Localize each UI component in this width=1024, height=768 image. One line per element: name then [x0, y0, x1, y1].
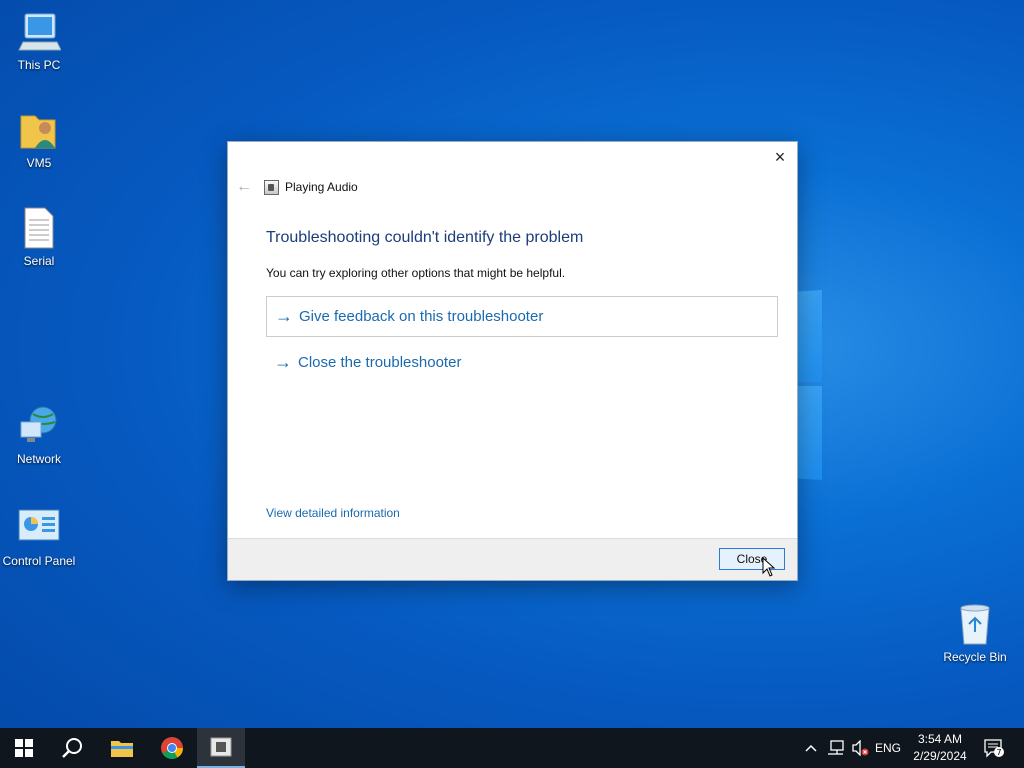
- desktop-icon-label: Recycle Bin: [943, 650, 1007, 664]
- arrow-right-icon: →: [274, 352, 292, 372]
- chrome-icon: [161, 737, 183, 759]
- action-center-button[interactable]: 7: [980, 728, 1008, 768]
- chevron-up-icon: [805, 744, 817, 752]
- desktop-icon-vm5[interactable]: VM5: [0, 108, 78, 170]
- view-detailed-information-link[interactable]: View detailed information: [266, 506, 400, 520]
- dialog-footer: Close: [228, 538, 797, 580]
- network-tray-icon: [828, 740, 844, 755]
- network-icon: [20, 406, 57, 442]
- troubleshooter-icon: [210, 737, 232, 757]
- desktop-icon-network[interactable]: Network: [0, 404, 78, 466]
- file-explorer-icon: [111, 741, 133, 757]
- control-panel-icon: [18, 509, 60, 541]
- start-button[interactable]: [0, 728, 48, 768]
- search-button[interactable]: [48, 728, 96, 768]
- desktop-icon-label: Serial: [23, 254, 55, 268]
- desktop-icon-control-panel[interactable]: Control Panel: [0, 506, 78, 568]
- back-arrow-icon[interactable]: ←: [236, 178, 252, 196]
- volume-tray-button[interactable]: [848, 728, 872, 768]
- volume-muted-icon: [852, 740, 869, 756]
- result-heading: Troubleshooting couldn't identify the pr…: [266, 229, 584, 246]
- desktop-icon-label: This PC: [17, 58, 61, 72]
- troubleshooter-app-icon: [264, 180, 279, 195]
- file-explorer-button[interactable]: [98, 728, 146, 768]
- result-subtext: You can try exploring other options that…: [266, 266, 566, 280]
- desktop-icon-this-pc[interactable]: This PC: [0, 10, 78, 72]
- search-icon: [62, 738, 82, 758]
- give-feedback-option[interactable]: → Give feedback on this troubleshooter: [266, 296, 778, 337]
- notifications-icon: 7: [984, 739, 1004, 758]
- desktop-icon-label: VM5: [26, 156, 52, 170]
- start-icon: [15, 739, 33, 757]
- chrome-button[interactable]: [148, 728, 196, 768]
- notification-count: 7: [996, 748, 1001, 757]
- mouse-cursor-icon: [762, 557, 776, 577]
- option-label: Give feedback on this troubleshooter: [299, 308, 544, 325]
- clock[interactable]: 3:54 AM 2/29/2024: [905, 731, 975, 765]
- desktop-icon-label: Network: [16, 452, 61, 466]
- arrow-right-icon: →: [275, 306, 293, 326]
- troubleshooter-dialog: × ← Playing Audio Troubleshooting couldn…: [227, 141, 798, 581]
- taskbar: ENG 3:54 AM 2/29/2024 7: [0, 728, 1024, 768]
- user-folder-icon: [20, 115, 56, 149]
- recycle-bin-icon: [960, 604, 990, 645]
- clock-date: 2/29/2024: [913, 749, 967, 763]
- computer-icon: [18, 13, 61, 51]
- desktop-icon-serial[interactable]: Serial: [0, 206, 78, 268]
- desktop-icon-label: Control Panel: [2, 554, 76, 568]
- desktop-icon-recycle-bin[interactable]: Recycle Bin: [936, 602, 1014, 664]
- option-label: Close the troubleshooter: [298, 354, 462, 371]
- close-troubleshooter-option[interactable]: → Close the troubleshooter: [266, 342, 778, 383]
- clock-time: 3:54 AM: [917, 732, 963, 746]
- text-file-icon: [24, 207, 54, 249]
- app-title: Playing Audio: [285, 180, 358, 194]
- network-tray-button[interactable]: [824, 728, 848, 768]
- language-indicator[interactable]: ENG: [872, 728, 904, 768]
- troubleshooter-taskbar-button[interactable]: [197, 728, 245, 768]
- close-icon[interactable]: ×: [769, 146, 791, 168]
- show-hidden-icons-chevron[interactable]: [800, 728, 822, 768]
